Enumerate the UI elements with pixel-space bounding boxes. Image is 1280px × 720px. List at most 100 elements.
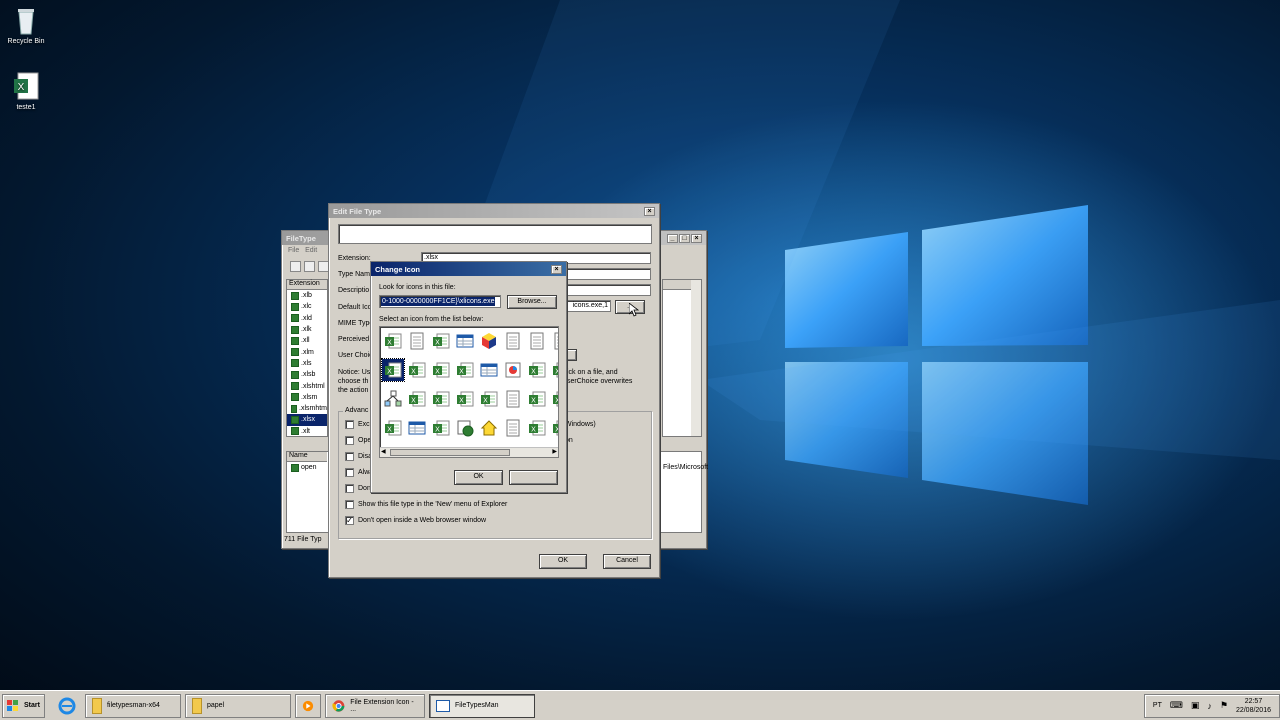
icon-option[interactable] [454,417,476,439]
icon-option[interactable] [526,330,548,352]
minimize-button[interactable]: _ [667,234,678,243]
icon-option[interactable]: X [550,359,558,381]
icon-option[interactable] [502,330,524,352]
icon-option[interactable]: X [454,359,476,381]
extension-list-item[interactable]: .xlsmhtm [287,403,327,414]
icon-option[interactable]: X [430,388,452,410]
checkbox[interactable] [345,468,354,477]
icon-option[interactable]: X [382,417,404,439]
icon-file-path-input[interactable]: 0-1000-0000000FF1CE}\xlicons.exe [379,295,501,308]
desktop-icon-recycle-bin[interactable]: Recycle Bin [0,4,52,45]
icon-option[interactable]: X [454,388,476,410]
task-media-player[interactable] [294,693,321,718]
extension-list-item[interactable]: .xlm [287,346,327,357]
save-icon[interactable] [290,261,301,272]
scroll-left-icon[interactable]: ◀ [381,448,386,455]
icon-option[interactable] [478,417,500,439]
icon-option[interactable] [406,330,428,352]
extension-list-item[interactable]: .xlsm [287,392,327,403]
windows-logo-icon [7,699,18,711]
icon-option[interactable]: X [550,388,559,410]
extension-list-item[interactable]: .xld [287,313,327,324]
icon-option[interactable] [550,330,558,352]
internet-explorer-launcher[interactable] [49,694,85,718]
svg-text:X: X [459,369,464,376]
icon-option[interactable] [382,388,404,410]
checkbox[interactable] [345,484,354,493]
menu-file[interactable]: File [288,247,299,254]
ok-button[interactable]: OK [539,554,587,569]
refresh-icon[interactable] [304,261,315,272]
column-header-extension[interactable]: Extension [287,280,327,290]
task-filetypesman-x64[interactable]: filetypesman-x64 [84,693,181,718]
close-button[interactable]: × [551,264,562,274]
icon-list[interactable]: X X X X X X X X X X X X X X X X X X ◀ ▶ [379,326,559,458]
icon-option[interactable]: X [430,359,452,381]
icon-option[interactable]: X [406,359,428,381]
icon-ok-button[interactable]: OK [454,470,503,485]
icon-option[interactable]: X [550,417,558,439]
extension-list-item[interactable]: .xlshtml [287,380,327,391]
filetypes-list-right[interactable] [662,279,702,437]
svg-text:X: X [483,398,488,405]
icon-option[interactable]: X [430,330,452,352]
icon-option[interactable]: X [406,388,428,410]
icon-option[interactable]: X [430,417,452,439]
checkbox[interactable] [345,420,354,429]
keyboard-icon[interactable]: ⌨ [1170,700,1183,711]
menu-edit[interactable]: Edit [305,247,317,254]
header-field [338,224,652,244]
scrollbar-thumb[interactable] [390,449,510,456]
maximize-button[interactable]: □ [679,234,690,243]
icon-option[interactable] [478,359,500,381]
desktop-icon-label: teste1 [16,104,36,111]
extension-list-item[interactable]: .xlsx [287,414,327,426]
network-icon[interactable]: ▣ [1191,700,1200,711]
task-papel[interactable]: papel [184,693,291,718]
column-header-name[interactable]: Name [287,452,327,462]
icon-option[interactable] [478,330,500,352]
extension-list-item[interactable]: .xls [287,358,327,369]
cancel-button[interactable]: Cancel [603,554,651,569]
extension-list-item[interactable]: .xll [287,335,327,346]
icon-cancel-button[interactable] [509,470,558,485]
icon-option[interactable] [454,330,476,352]
icon-option[interactable]: X [526,417,548,439]
checkbox[interactable]: ✓ [345,516,354,525]
extension-list-item[interactable]: .xlc [287,301,327,312]
horizontal-scrollbar[interactable]: ◀ ▶ [380,447,558,457]
checkbox[interactable] [345,452,354,461]
icon-option[interactable]: X [526,388,548,410]
start-button[interactable]: Start [2,693,45,718]
icon-option[interactable]: X [478,388,500,410]
perceived-label: Perceived [338,336,370,343]
close-button[interactable]: × [691,234,702,243]
vertical-scrollbar[interactable] [691,280,701,436]
extension-list-item[interactable]: .xlk [287,324,327,335]
icon-option[interactable] [502,417,524,439]
browse-button[interactable]: Browse... [507,295,557,309]
extension-list-item[interactable]: .xlsb [287,369,327,380]
speaker-icon[interactable]: ♪ [1207,701,1212,711]
language-indicator[interactable]: PT [1153,702,1162,709]
icon-option[interactable]: X [526,359,548,381]
checkbox[interactable] [345,500,354,509]
desktop-icon-teste1[interactable]: X teste1 [0,70,52,111]
svg-text:X: X [555,398,559,405]
extension-list-item[interactable]: .xlt [287,426,327,437]
flag-icon[interactable]: ⚑ [1220,700,1228,711]
icon-option[interactable]: X [382,330,404,352]
notice-text-3: the action [338,387,369,394]
task-filetypesman[interactable]: FileTypesMan [428,693,535,718]
extension-list[interactable]: Extension .xlb .xlc .xld .xlk .xll .xlm .xls .x… [286,279,328,437]
icon-option[interactable] [502,359,524,381]
clock[interactable]: 22:57 22/08/2016 [1236,697,1271,715]
icon-option[interactable]: X [381,358,405,382]
icon-option[interactable] [502,388,524,410]
icon-option[interactable] [406,417,428,439]
close-button[interactable]: × [644,206,655,216]
task-chrome[interactable]: File Extension Icon - ... [324,693,425,718]
extension-list-item[interactable]: .xlb [287,290,327,301]
checkbox[interactable] [345,436,354,445]
scroll-right-icon[interactable]: ▶ [552,448,557,455]
